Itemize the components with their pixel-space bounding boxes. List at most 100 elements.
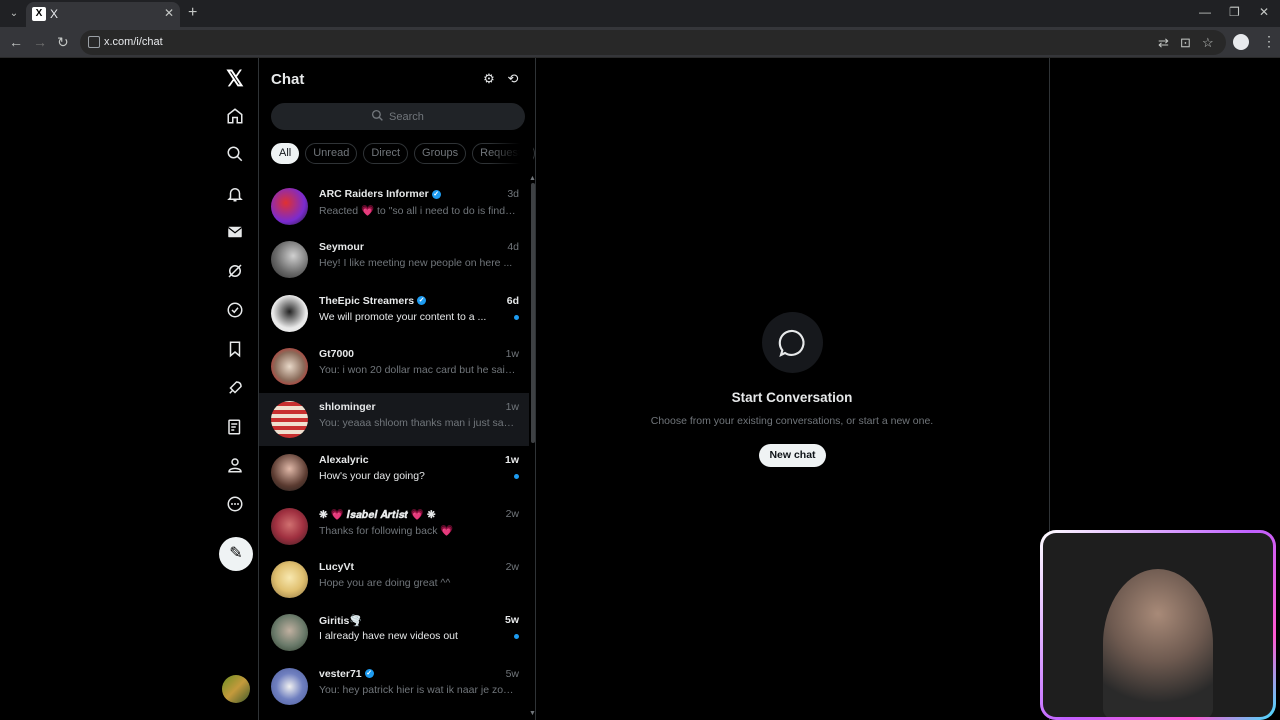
conversation-row[interactable]: Gt7000 1w You: i won 20 dollar mac card … bbox=[259, 340, 529, 393]
profile-avatar-icon[interactable] bbox=[1233, 34, 1249, 50]
new-chat-button[interactable]: New chat bbox=[759, 444, 826, 467]
conversation-preview: Reacted 💗 to "so all i need to do is fin… bbox=[319, 205, 517, 217]
premium-verified-icon[interactable] bbox=[224, 299, 246, 321]
browser-toolbar: ← → ↻ x.com/i/chat ⇄ ⊡ ☆ ⋮ bbox=[0, 27, 1280, 58]
scroll-up-icon[interactable]: ▲ bbox=[529, 175, 536, 182]
conversation-time: 1w bbox=[505, 401, 519, 414]
unread-dot bbox=[514, 474, 519, 480]
avatar bbox=[271, 454, 308, 492]
notifications-bell-icon[interactable] bbox=[224, 183, 246, 205]
chat-title: Chat bbox=[271, 71, 305, 88]
install-app-icon[interactable]: ⊡ bbox=[1180, 35, 1191, 51]
profile-person-icon[interactable] bbox=[224, 454, 246, 476]
x-logo-icon[interactable]: 𝕏 bbox=[226, 66, 244, 92]
avatar bbox=[271, 241, 308, 279]
conversation-row[interactable]: shlominger 1w You: yeaaa shloom thanks m… bbox=[259, 393, 529, 447]
translate-icon[interactable]: ⇄ bbox=[1158, 35, 1169, 51]
conversation-row[interactable]: ARC Raiders Informer ✓ 3d Reacted 💗 to "s… bbox=[259, 180, 529, 233]
reload-icon[interactable]: ↻ bbox=[57, 34, 69, 51]
site-info-icon[interactable] bbox=[88, 36, 100, 48]
articles-icon[interactable] bbox=[224, 416, 246, 438]
browser-menu-icon[interactable]: ⋮ bbox=[1262, 33, 1276, 50]
conversation-time: 5w bbox=[504, 614, 519, 627]
conversation-row[interactable]: Giritis🌪️ 5w I already have new videos o… bbox=[259, 606, 529, 659]
filter-groups[interactable]: Groups bbox=[414, 143, 467, 164]
search-input[interactable]: Search bbox=[271, 103, 525, 130]
empty-state-title: Start Conversation bbox=[731, 390, 853, 405]
close-window-icon[interactable]: ✕ bbox=[1259, 5, 1269, 19]
conversation-scrollbar[interactable] bbox=[531, 183, 535, 443]
messages-envelope-icon[interactable] bbox=[224, 221, 246, 243]
search-placeholder: Search bbox=[389, 111, 424, 123]
conversation-preview: Thanks for following back 💗 bbox=[319, 524, 454, 537]
conversation-preview: How's your day going? bbox=[319, 470, 425, 483]
unread-dot bbox=[514, 314, 519, 320]
unread-dot bbox=[514, 634, 519, 640]
conversation-time: 6d bbox=[506, 294, 519, 307]
chat-panel: Chat ⚙ ⟲ Search All Unread Direct Groups… bbox=[258, 58, 536, 720]
x-favicon-icon: X bbox=[32, 7, 46, 21]
conversation-time: 1w bbox=[504, 454, 519, 467]
rocket-icon[interactable] bbox=[224, 377, 246, 399]
grok-icon[interactable] bbox=[224, 260, 246, 282]
back-icon[interactable]: ← bbox=[9, 34, 23, 50]
conversation-time: 2w bbox=[505, 561, 519, 574]
conversation-list: ARC Raiders Informer ✓ 3d Reacted 💗 to "s… bbox=[259, 180, 529, 713]
conversation-name: shlominger bbox=[319, 401, 376, 414]
conversation-row[interactable]: LucyVt 2w Hope you are doing great ^^ bbox=[259, 553, 529, 606]
verified-badge-icon: ✓ bbox=[431, 189, 441, 199]
home-icon[interactable] bbox=[224, 105, 246, 127]
conversation-time: 4d bbox=[507, 241, 519, 254]
new-tab-button[interactable]: + bbox=[188, 4, 197, 22]
new-message-icon[interactable]: ⟲ bbox=[505, 71, 521, 87]
conversation-preview: Hey! I like meeting new people on here .… bbox=[319, 257, 513, 270]
tab-close-icon[interactable]: ✕ bbox=[164, 6, 174, 20]
conversation-name: ❋ 💗 𝑰𝒔𝒂𝒃𝒆𝒍 𝑨𝒓𝒕𝒊𝒔𝒕 💗 ❋ bbox=[319, 508, 436, 521]
conversation-name: Gt7000 bbox=[319, 347, 355, 360]
conversation-name: Alexalyric bbox=[319, 454, 369, 467]
avatar bbox=[271, 347, 308, 385]
address-bar[interactable]: x.com/i/chat ⇄ ⊡ ☆ bbox=[80, 30, 1226, 55]
conversation-preview: Hope you are doing great ^^ bbox=[319, 577, 451, 590]
forward-icon[interactable]: → bbox=[33, 34, 47, 50]
conversation-name: Seymour bbox=[319, 241, 364, 254]
browser-tab[interactable]: X X ✕ bbox=[26, 2, 180, 27]
conversation-name: vester71 ✓ bbox=[319, 667, 374, 680]
conversation-row[interactable]: ❋ 💗 𝑰𝒔𝒂𝒃𝒆𝒍 𝑨𝒓𝒕𝒊𝒔𝒕 💗 ❋ 2w Thanks for foll… bbox=[259, 500, 529, 553]
webcam-person-image bbox=[1103, 569, 1213, 717]
avatar bbox=[271, 614, 308, 652]
more-circle-icon[interactable] bbox=[224, 493, 246, 515]
account-avatar[interactable] bbox=[222, 675, 250, 703]
conversation-preview: You: i won 20 dollar mac card but he sai… bbox=[319, 363, 517, 376]
avatar bbox=[271, 188, 308, 225]
conversation-row[interactable]: vester71 ✓ 5w You: hey patrick hier is wa… bbox=[259, 660, 529, 713]
conversation-name: TheEpic Streamers ✓ bbox=[319, 294, 427, 307]
webcam-overlay bbox=[1040, 530, 1276, 720]
conversation-time: 2w bbox=[505, 507, 519, 520]
compose-post-button[interactable]: ✎ bbox=[219, 537, 253, 571]
conversation-time: 3d bbox=[507, 188, 519, 200]
settings-gear-icon[interactable]: ⚙ bbox=[481, 71, 497, 87]
explore-search-icon[interactable] bbox=[224, 143, 246, 165]
avatar bbox=[271, 561, 308, 599]
minimize-icon[interactable]: — bbox=[1199, 5, 1211, 19]
filter-all[interactable]: All bbox=[271, 143, 300, 164]
avatar bbox=[271, 294, 308, 332]
bookmarks-icon[interactable] bbox=[224, 338, 246, 360]
conversation-row[interactable]: Seymour 4d Hey! I like meeting new peopl… bbox=[259, 233, 529, 286]
chat-bubble-icon bbox=[762, 312, 823, 373]
scroll-down-icon[interactable]: ▼ bbox=[529, 710, 536, 717]
filter-direct[interactable]: Direct bbox=[363, 143, 409, 164]
conversation-row[interactable]: Alexalyric 1w How's your day going? bbox=[259, 446, 529, 499]
verified-badge-icon: ✓ bbox=[417, 296, 427, 306]
tab-search-icon[interactable]: ⌄ bbox=[6, 6, 22, 22]
conversation-row[interactable]: TheEpic Streamers ✓ 6d We will promote yo… bbox=[259, 287, 529, 340]
restore-icon[interactable]: ❐ bbox=[1229, 5, 1240, 19]
filter-unread[interactable]: Unread bbox=[305, 143, 358, 164]
conversation-preview: You: hey patrick hier is wat ik naar je … bbox=[319, 683, 517, 696]
search-icon bbox=[371, 109, 383, 121]
empty-state-subtitle: Choose from your existing conversations,… bbox=[650, 415, 934, 427]
bookmark-star-icon[interactable]: ☆ bbox=[1202, 35, 1214, 51]
conversation-name: Giritis🌪️ bbox=[319, 615, 363, 628]
url-text[interactable]: x.com/i/chat bbox=[104, 36, 163, 48]
